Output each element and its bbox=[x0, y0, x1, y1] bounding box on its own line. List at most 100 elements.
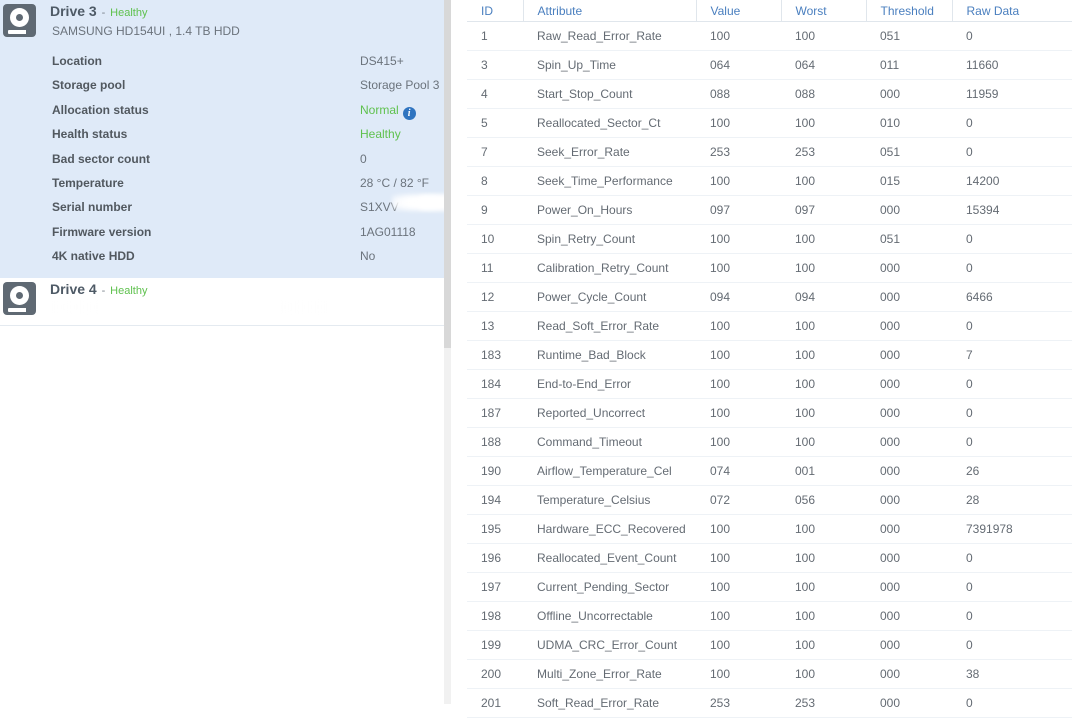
cell-value: 100 bbox=[696, 398, 781, 428]
cell-attribute: Seek_Time_Performance bbox=[523, 166, 696, 196]
cell-id: 194 bbox=[467, 485, 523, 515]
cell-worst: 094 bbox=[781, 282, 866, 312]
table-row[interactable]: 5 Reallocated_Sector_Ct 100 100 010 0 bbox=[467, 108, 1072, 138]
info-icon[interactable]: i bbox=[402, 106, 416, 120]
table-row[interactable]: 183 Runtime_Bad_Block 100 100 000 7 bbox=[467, 340, 1072, 370]
drive-status-badge: Healthy bbox=[110, 7, 148, 19]
table-row[interactable]: 190 Airflow_Temperature_Cel 074 001 000 26 bbox=[467, 456, 1072, 486]
cell-value: 100 bbox=[696, 21, 781, 51]
drive-row[interactable]: Drive 3 - Healthy SAMSUNG HD154UI , 1.4 T… bbox=[0, 0, 451, 278]
table-row[interactable]: 4 Start_Stop_Count 088 088 000 11959 bbox=[467, 79, 1072, 109]
column-header[interactable]: Threshold bbox=[866, 0, 953, 22]
cell-value: 253 bbox=[696, 137, 781, 167]
cell-value: 100 bbox=[696, 427, 781, 457]
table-row[interactable]: 197 Current_Pending_Sector 100 100 000 0 bbox=[467, 572, 1072, 602]
drive-name: Drive 4 bbox=[50, 280, 97, 297]
cell-id: 188 bbox=[467, 427, 523, 457]
cell-raw: 0 bbox=[952, 21, 1072, 51]
drive-detail-value-wrap: DS415+ bbox=[360, 49, 404, 73]
drive-detail-value: Storage Pool 3 bbox=[360, 78, 440, 93]
cell-id: 198 bbox=[467, 601, 523, 631]
drive-detail-value-wrap: 0 bbox=[360, 147, 367, 171]
cell-worst: 100 bbox=[781, 659, 866, 689]
table-row[interactable]: 10 Spin_Retry_Count 100 100 051 0 bbox=[467, 224, 1072, 254]
drive-detail-value: Normal bbox=[360, 102, 399, 117]
cell-raw: 14200 bbox=[952, 166, 1072, 196]
cell-worst: 100 bbox=[781, 398, 866, 428]
column-header[interactable]: Raw Data bbox=[952, 0, 1072, 22]
drive-header[interactable]: Drive 4 - Healthy bbox=[0, 278, 444, 319]
drive-detail-value: S1XVV bbox=[360, 200, 399, 215]
cell-id: 5 bbox=[467, 108, 523, 138]
table-row[interactable]: 196 Reallocated_Event_Count 100 100 000 0 bbox=[467, 543, 1072, 573]
table-row[interactable]: 7 Seek_Error_Rate 253 253 051 0 bbox=[467, 137, 1072, 167]
cell-attribute: Power_Cycle_Count bbox=[523, 282, 696, 312]
cell-worst: 100 bbox=[781, 166, 866, 196]
table-row[interactable]: 9 Power_On_Hours 097 097 000 15394 bbox=[467, 195, 1072, 225]
cell-threshold: 010 bbox=[866, 108, 952, 138]
table-row[interactable]: 201 Soft_Read_Error_Rate 253 253 000 0 bbox=[467, 688, 1072, 718]
cell-threshold: 000 bbox=[866, 543, 952, 573]
drive-detail-value-wrap: Healthy bbox=[360, 122, 401, 146]
cell-value: 100 bbox=[696, 340, 781, 370]
cell-attribute: Runtime_Bad_Block bbox=[523, 340, 696, 370]
cell-value: 064 bbox=[696, 50, 781, 80]
column-header[interactable]: ID bbox=[467, 0, 524, 22]
column-header[interactable]: Attribute bbox=[523, 0, 697, 22]
cell-value: 100 bbox=[696, 601, 781, 631]
table-row[interactable]: 3 Spin_Up_Time 064 064 011 11660 bbox=[467, 50, 1072, 80]
cell-worst: 097 bbox=[781, 195, 866, 225]
cell-attribute: Calibration_Retry_Count bbox=[523, 253, 696, 283]
column-header[interactable]: Value bbox=[696, 0, 782, 22]
drive-detail-label: Allocation status bbox=[52, 102, 149, 117]
table-row[interactable]: 188 Command_Timeout 100 100 000 0 bbox=[467, 427, 1072, 457]
table-row[interactable]: 194 Temperature_Celsius 072 056 000 28 bbox=[467, 485, 1072, 515]
table-row[interactable]: 198 Offline_Uncorrectable 100 100 000 0 bbox=[467, 601, 1072, 631]
cell-raw: 0 bbox=[952, 369, 1072, 399]
cell-id: 196 bbox=[467, 543, 523, 573]
table-row[interactable]: 13 Read_Soft_Error_Rate 100 100 000 0 bbox=[467, 311, 1072, 341]
hard-drive-icon bbox=[3, 281, 36, 315]
cell-value: 100 bbox=[696, 224, 781, 254]
cell-worst: 253 bbox=[781, 137, 866, 167]
cell-threshold: 000 bbox=[866, 514, 952, 544]
cell-threshold: 000 bbox=[866, 427, 952, 457]
cell-value: 100 bbox=[696, 543, 781, 573]
table-row[interactable]: 8 Seek_Time_Performance 100 100 015 14200 bbox=[467, 166, 1072, 196]
cell-attribute: Multi_Zone_Error_Rate bbox=[523, 659, 696, 689]
cell-id: 11 bbox=[467, 253, 523, 283]
drive-detail-value: 0 bbox=[360, 151, 367, 166]
column-header[interactable]: Worst bbox=[781, 0, 867, 22]
table-row[interactable]: 200 Multi_Zone_Error_Rate 100 100 000 38 bbox=[467, 659, 1072, 689]
cell-id: 1 bbox=[467, 21, 523, 51]
cell-worst: 100 bbox=[781, 427, 866, 457]
cell-raw: 0 bbox=[952, 688, 1072, 718]
table-row[interactable]: 199 UDMA_CRC_Error_Count 100 100 000 0 bbox=[467, 630, 1072, 660]
table-row[interactable]: 1 Raw_Read_Error_Rate 100 100 051 0 bbox=[467, 21, 1072, 51]
drive-detail-row: Serial number S1XVV bbox=[0, 195, 444, 219]
cell-worst: 056 bbox=[781, 485, 866, 515]
table-row[interactable]: 187 Reported_Uncorrect 100 100 000 0 bbox=[467, 398, 1072, 428]
cell-worst: 253 bbox=[781, 688, 866, 718]
cell-attribute: Command_Timeout bbox=[523, 427, 696, 457]
drive-header[interactable]: Drive 3 - Healthy SAMSUNG HD154UI , 1.4 T… bbox=[0, 0, 444, 41]
drive-list-scrollbar-thumb[interactable] bbox=[444, 0, 451, 348]
cell-worst: 001 bbox=[781, 456, 866, 486]
cell-raw: 26 bbox=[952, 456, 1072, 486]
drive-detail-label: Bad sector count bbox=[52, 151, 151, 166]
drive-detail-value-wrap: No bbox=[360, 244, 375, 268]
cell-worst: 100 bbox=[781, 21, 866, 51]
table-row[interactable]: 195 Hardware_ECC_Recovered 100 100 000 739197… bbox=[467, 514, 1072, 544]
table-row[interactable]: 184 End-to-End_Error 100 100 000 0 bbox=[467, 369, 1072, 399]
table-row[interactable]: 11 Calibration_Retry_Count 100 100 000 0 bbox=[467, 253, 1072, 283]
table-row[interactable]: 12 Power_Cycle_Count 094 094 000 6466 bbox=[467, 282, 1072, 312]
storage-manager-hdd-smart-screen: Drive 3 - Healthy SAMSUNG HD154UI , 1.4 T… bbox=[0, 0, 1072, 718]
drive-row[interactable]: Drive 4 - Healthy bbox=[0, 277, 444, 326]
cell-threshold: 000 bbox=[866, 282, 952, 312]
cell-value: 100 bbox=[696, 108, 781, 138]
cell-raw: 7 bbox=[952, 340, 1072, 370]
cell-threshold: 000 bbox=[866, 659, 952, 689]
drive-detail-label: Storage pool bbox=[52, 78, 126, 93]
smart-attributes-panel: ID Attribute Value Worst Threshold Raw Data 1… bbox=[467, 0, 1072, 718]
cell-raw: 0 bbox=[952, 224, 1072, 254]
